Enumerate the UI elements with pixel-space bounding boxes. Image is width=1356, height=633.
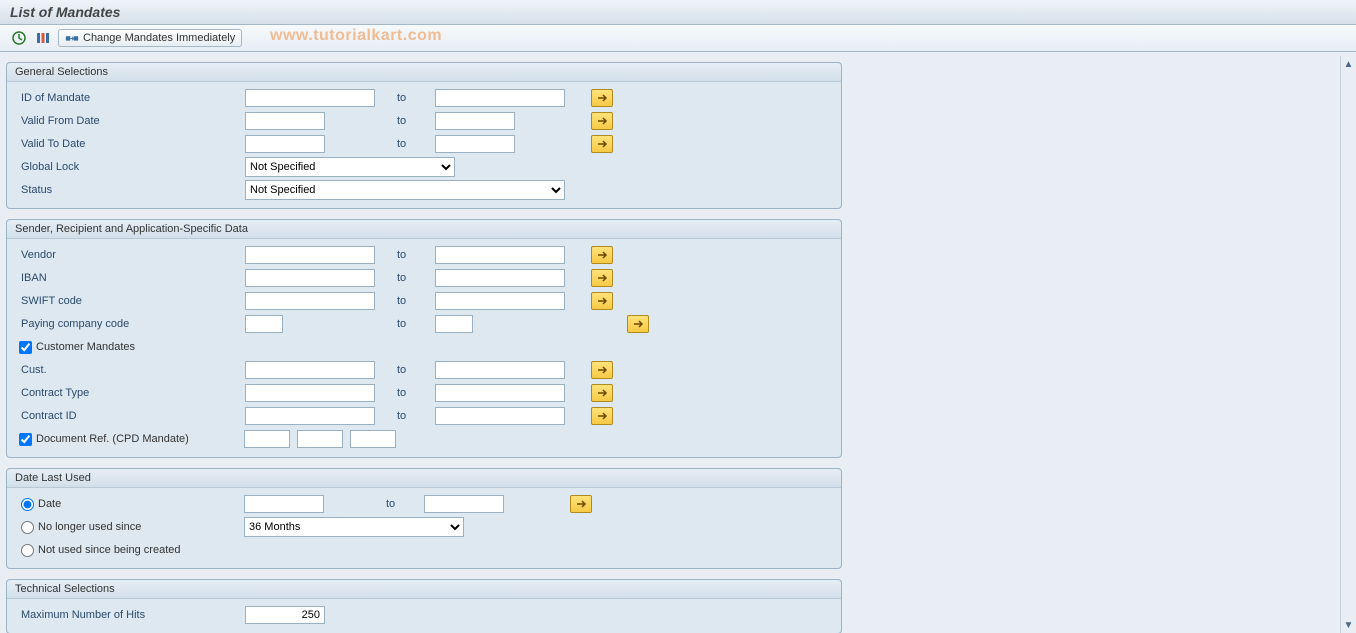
label-id-of-mandate: ID of Mandate — [15, 92, 245, 104]
label-no-longer: No longer used since — [38, 521, 244, 533]
no-longer-select[interactable]: 36 Months — [244, 517, 464, 537]
label-customer-mandates: Customer Mandates — [36, 341, 135, 353]
to-label: to — [395, 249, 435, 261]
to-label: to — [384, 498, 424, 510]
to-label: to — [395, 115, 435, 127]
valid-to-more-button[interactable] — [591, 135, 613, 153]
watermark-text: www.tutorialkart.com — [270, 27, 442, 45]
vendor-from-input[interactable] — [245, 246, 375, 264]
contract-type-more-button[interactable] — [591, 384, 613, 402]
label-global-lock: Global Lock — [15, 161, 245, 173]
section-date-last-title: Date Last Used — [7, 469, 841, 488]
doc-ref-input-1[interactable] — [244, 430, 290, 448]
valid-from-from-input[interactable] — [245, 112, 325, 130]
vendor-more-button[interactable] — [591, 246, 613, 264]
change-mandates-button[interactable]: Change Mandates Immediately — [58, 29, 242, 47]
label-valid-from: Valid From Date — [15, 115, 245, 127]
iban-from-input[interactable] — [245, 269, 375, 287]
change-mandates-label: Change Mandates Immediately — [83, 32, 235, 44]
date-from-input[interactable] — [244, 495, 324, 513]
cust-from-input[interactable] — [245, 361, 375, 379]
id-of-mandate-to-input[interactable] — [435, 89, 565, 107]
vendor-to-input[interactable] — [435, 246, 565, 264]
iban-more-button[interactable] — [591, 269, 613, 287]
iban-to-input[interactable] — [435, 269, 565, 287]
section-technical: Technical Selections Maximum Number of H… — [6, 579, 842, 633]
label-vendor: Vendor — [15, 249, 245, 261]
scroll-down-icon[interactable]: ▼ — [1343, 619, 1355, 631]
label-valid-to: Valid To Date — [15, 138, 245, 150]
label-cust: Cust. — [15, 364, 245, 376]
valid-from-more-button[interactable] — [591, 112, 613, 130]
paying-cc-more-button[interactable] — [627, 315, 649, 333]
to-label: to — [395, 387, 435, 399]
page-title: List of Mandates — [0, 0, 1356, 25]
contract-type-from-input[interactable] — [245, 384, 375, 402]
doc-ref-checkbox[interactable] — [19, 433, 32, 446]
valid-from-to-input[interactable] — [435, 112, 515, 130]
scroll-up-icon[interactable]: ▲ — [1343, 58, 1355, 70]
valid-to-to-input[interactable] — [435, 135, 515, 153]
contract-id-more-button[interactable] — [591, 407, 613, 425]
vertical-scrollbar[interactable]: ▲ ▼ — [1340, 56, 1356, 633]
customer-mandates-checkbox[interactable] — [19, 341, 32, 354]
valid-to-from-input[interactable] — [245, 135, 325, 153]
to-label: to — [395, 295, 435, 307]
label-contract-type: Contract Type — [15, 387, 245, 399]
label-iban: IBAN — [15, 272, 245, 284]
content-area: General Selections ID of Mandate to Vali… — [0, 56, 1340, 633]
label-max-hits: Maximum Number of Hits — [15, 609, 245, 621]
to-label: to — [395, 410, 435, 422]
label-paying-cc: Paying company code — [15, 318, 245, 330]
paying-cc-from-input[interactable] — [245, 315, 283, 333]
contract-id-to-input[interactable] — [435, 407, 565, 425]
date-more-button[interactable] — [570, 495, 592, 513]
cust-to-input[interactable] — [435, 361, 565, 379]
label-swift: SWIFT code — [15, 295, 245, 307]
date-radio[interactable] — [21, 498, 34, 511]
no-longer-radio[interactable] — [21, 521, 34, 534]
label-status: Status — [15, 184, 245, 196]
to-label: to — [395, 318, 435, 330]
to-label: to — [395, 272, 435, 284]
swift-more-button[interactable] — [591, 292, 613, 310]
doc-ref-input-2[interactable] — [297, 430, 343, 448]
variant-icon[interactable] — [34, 29, 52, 47]
section-technical-title: Technical Selections — [7, 580, 841, 599]
status-select[interactable]: Not Specified — [245, 180, 565, 200]
section-general-title: General Selections — [7, 63, 841, 82]
section-general: General Selections ID of Mandate to Vali… — [6, 62, 842, 209]
id-of-mandate-more-button[interactable] — [591, 89, 613, 107]
section-date-last-used: Date Last Used Date to No longer used si… — [6, 468, 842, 569]
not-used-radio[interactable] — [21, 544, 34, 557]
label-not-used: Not used since being created — [38, 544, 180, 556]
execute-icon[interactable] — [10, 29, 28, 47]
swift-from-input[interactable] — [245, 292, 375, 310]
contract-id-from-input[interactable] — [245, 407, 375, 425]
date-to-input[interactable] — [424, 495, 504, 513]
cust-more-button[interactable] — [591, 361, 613, 379]
to-label: to — [395, 364, 435, 376]
swift-to-input[interactable] — [435, 292, 565, 310]
section-sender-title: Sender, Recipient and Application-Specif… — [7, 220, 841, 239]
to-label: to — [395, 138, 435, 150]
to-label: to — [395, 92, 435, 104]
id-of-mandate-from-input[interactable] — [245, 89, 375, 107]
global-lock-select[interactable]: Not Specified — [245, 157, 455, 177]
doc-ref-input-3[interactable] — [350, 430, 396, 448]
label-contract-id: Contract ID — [15, 410, 245, 422]
toolbar: Change Mandates Immediately www.tutorial… — [0, 25, 1356, 52]
label-doc-ref: Document Ref. (CPD Mandate) — [36, 433, 244, 445]
paying-cc-to-input[interactable] — [435, 315, 473, 333]
max-hits-input[interactable] — [245, 606, 325, 624]
section-sender: Sender, Recipient and Application-Specif… — [6, 219, 842, 458]
label-date: Date — [38, 498, 244, 510]
contract-type-to-input[interactable] — [435, 384, 565, 402]
